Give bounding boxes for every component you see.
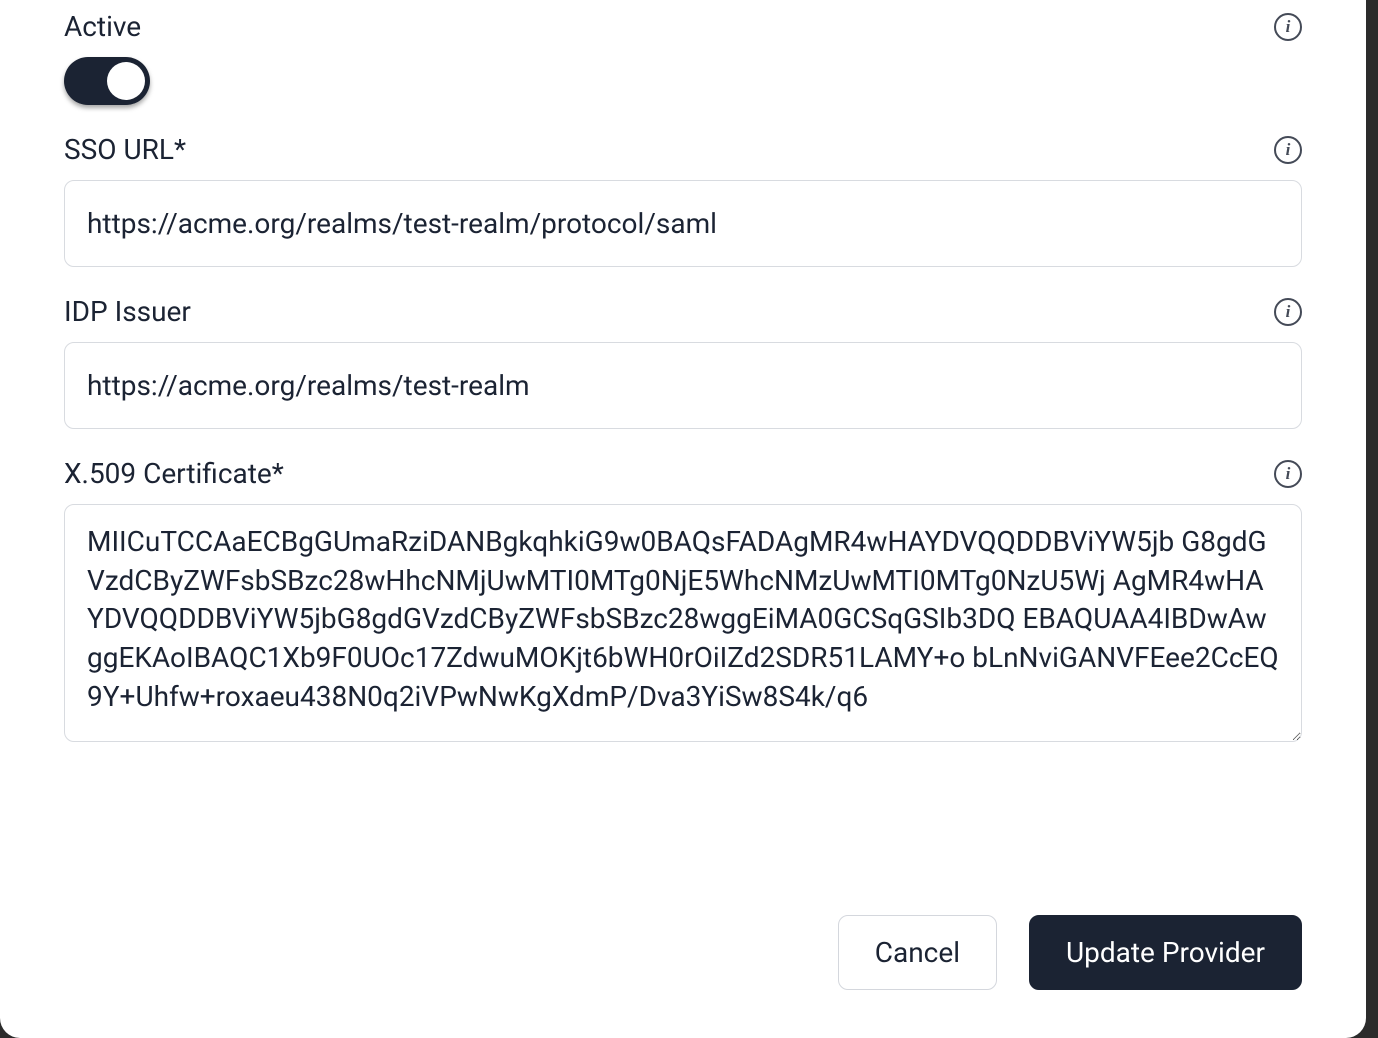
x509-label-row: X.509 Certificate* i [64,457,1302,490]
cancel-button[interactable]: Cancel [838,915,997,990]
button-row: Cancel Update Provider [838,915,1302,990]
update-provider-button[interactable]: Update Provider [1029,915,1302,990]
active-label: Active [64,10,141,43]
active-field-group: Active i [64,0,1302,105]
sso-url-field-group: SSO URL* i [64,133,1302,267]
active-toggle[interactable] [64,57,150,105]
idp-issuer-label-row: IDP Issuer i [64,295,1302,328]
sso-url-label-row: SSO URL* i [64,133,1302,166]
info-icon[interactable]: i [1274,460,1302,488]
info-icon[interactable]: i [1274,13,1302,41]
active-label-row: Active i [64,10,1302,43]
info-icon[interactable]: i [1274,136,1302,164]
toggle-knob [107,62,145,100]
idp-issuer-input[interactable] [64,342,1302,429]
info-icon[interactable]: i [1274,298,1302,326]
provider-form-modal: Active i SSO URL* i IDP Issuer i X.509 C… [0,0,1366,1038]
sso-url-input[interactable] [64,180,1302,267]
idp-issuer-field-group: IDP Issuer i [64,295,1302,429]
x509-field-group: X.509 Certificate* i [64,457,1302,746]
sso-url-label: SSO URL* [64,133,186,166]
idp-issuer-label: IDP Issuer [64,295,191,328]
x509-textarea[interactable] [64,504,1302,742]
x509-label: X.509 Certificate* [64,457,284,490]
